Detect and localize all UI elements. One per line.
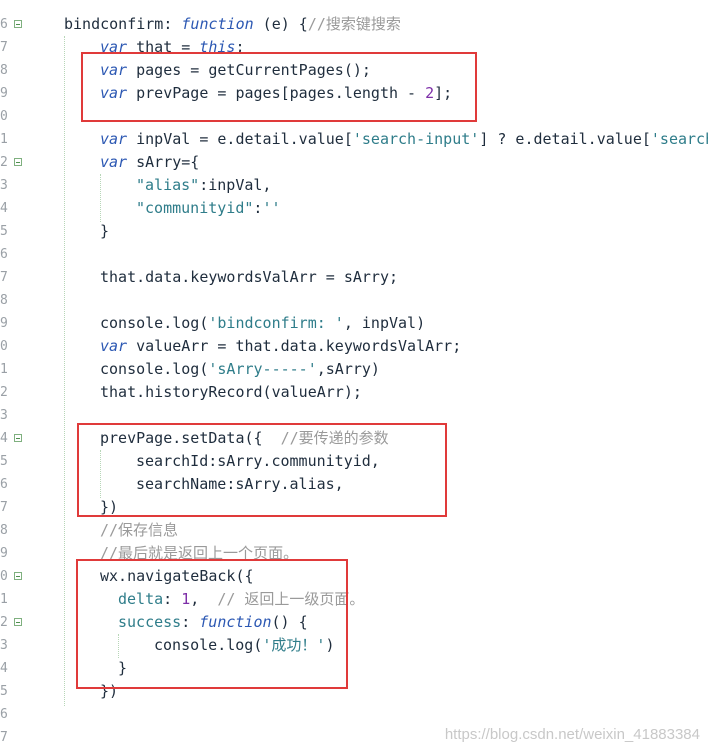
code-token: 'search-input' (352, 130, 480, 148)
code-line[interactable]: } (100, 220, 109, 243)
code-token: that.historyRecord(valueArr); (100, 383, 362, 401)
code-token: bindconfirm (64, 15, 164, 33)
line-number: 1 (0, 362, 8, 377)
line-number: 9 (0, 316, 8, 331)
code-token: console.log( (100, 360, 209, 378)
fold-toggle-icon[interactable] (14, 618, 22, 626)
code-line[interactable]: that.historyRecord(valueArr); (100, 381, 362, 404)
code-token: valueArr = that.data.keywordsValArr; (127, 337, 462, 355)
highlight-box (76, 559, 348, 689)
line-number: 6 (0, 247, 8, 262)
fold-toggle-icon[interactable] (14, 572, 22, 580)
code-token: function (181, 15, 254, 33)
line-number: 5 (0, 454, 8, 469)
code-token: "alias" (136, 176, 200, 194)
line-number: 4 (0, 661, 8, 676)
line-number: 1 (0, 592, 8, 607)
line-number: 3 (0, 178, 8, 193)
line-number: 2 (0, 385, 8, 400)
line-number: 7 (0, 500, 8, 515)
code-line[interactable]: that.data.keywordsValArr = sArry; (100, 266, 398, 289)
code-token: 'sArry-----' (208, 360, 317, 378)
line-number: 7 (0, 40, 8, 55)
line-number: 8 (0, 523, 8, 538)
fold-toggle-icon[interactable] (14, 20, 22, 28)
code-line[interactable]: console.log('sArry-----',sArry) (100, 358, 380, 381)
code-token: ,sArry) (316, 360, 380, 378)
code-token: 'bindconfirm: ' (208, 314, 344, 332)
code-token: sArry={ (127, 153, 200, 171)
line-number: 9 (0, 546, 8, 561)
line-number: 3 (0, 638, 8, 653)
code-token: var (100, 337, 128, 355)
code-token: //保存信息 (100, 521, 179, 539)
code-token: //搜索键搜索 (307, 15, 401, 33)
line-number: 0 (0, 109, 8, 124)
code-token: var (100, 130, 128, 148)
highlight-box (81, 52, 477, 122)
code-line[interactable]: var sArry={ (100, 151, 199, 174)
code-token: : (163, 15, 182, 33)
line-number: 8 (0, 293, 8, 308)
line-number: 5 (0, 684, 8, 699)
fold-toggle-icon[interactable] (14, 158, 22, 166)
code-line[interactable]: bindconfirm: function (e) {//搜索键搜索 (64, 13, 401, 36)
code-line[interactable]: var valueArr = that.data.keywordsValArr; (100, 335, 461, 358)
indent-guide (64, 36, 66, 706)
line-number: 7 (0, 270, 8, 285)
code-token: :inpVal, (199, 176, 272, 194)
code-token: (e) { (253, 15, 308, 33)
highlight-box (77, 423, 447, 517)
code-line[interactable]: "alias":inpVal, (136, 174, 271, 197)
line-number: 7 (0, 730, 8, 745)
code-token: } (100, 222, 110, 240)
code-token: ] ? e.detail.value[ (479, 130, 651, 148)
line-number: 8 (0, 63, 8, 78)
code-token: "communityid" (136, 199, 254, 217)
fold-toggle-icon[interactable] (14, 434, 22, 442)
code-token: 'search (650, 130, 708, 148)
line-number: 4 (0, 201, 8, 216)
line-number: 6 (0, 477, 8, 492)
code-token: console.log( (100, 314, 209, 332)
code-token: , inpVal) (343, 314, 426, 332)
code-token: that.data.keywordsValArr = sArry; (100, 268, 399, 286)
line-number: 9 (0, 86, 8, 101)
line-number-gutter: 6 7 8 9 0 1 2 3 4 5 6 7 8 9 0 1 2 3 4 5 … (0, 0, 30, 751)
code-token: '' (262, 199, 281, 217)
code-token: var (100, 153, 128, 171)
code-editor[interactable]: 6 7 8 9 0 1 2 3 4 5 6 7 8 9 0 1 2 3 4 5 … (0, 0, 708, 751)
line-number: 6 (0, 707, 8, 722)
code-line[interactable]: var inpVal = e.detail.value['search-inpu… (100, 128, 708, 151)
watermark-text: https://blog.csdn.net/weixin_41883384 (444, 726, 700, 743)
code-line[interactable]: console.log('bindconfirm: ', inpVal) (100, 312, 425, 335)
code-token: inpVal = e.detail.value[ (127, 130, 353, 148)
indent-guide (100, 174, 102, 222)
line-number: 5 (0, 224, 8, 239)
line-number: 1 (0, 132, 8, 147)
line-number: 3 (0, 408, 8, 423)
code-line[interactable]: //保存信息 (100, 519, 178, 542)
line-number: 0 (0, 339, 8, 354)
code-line[interactable]: "communityid":'' (136, 197, 281, 220)
